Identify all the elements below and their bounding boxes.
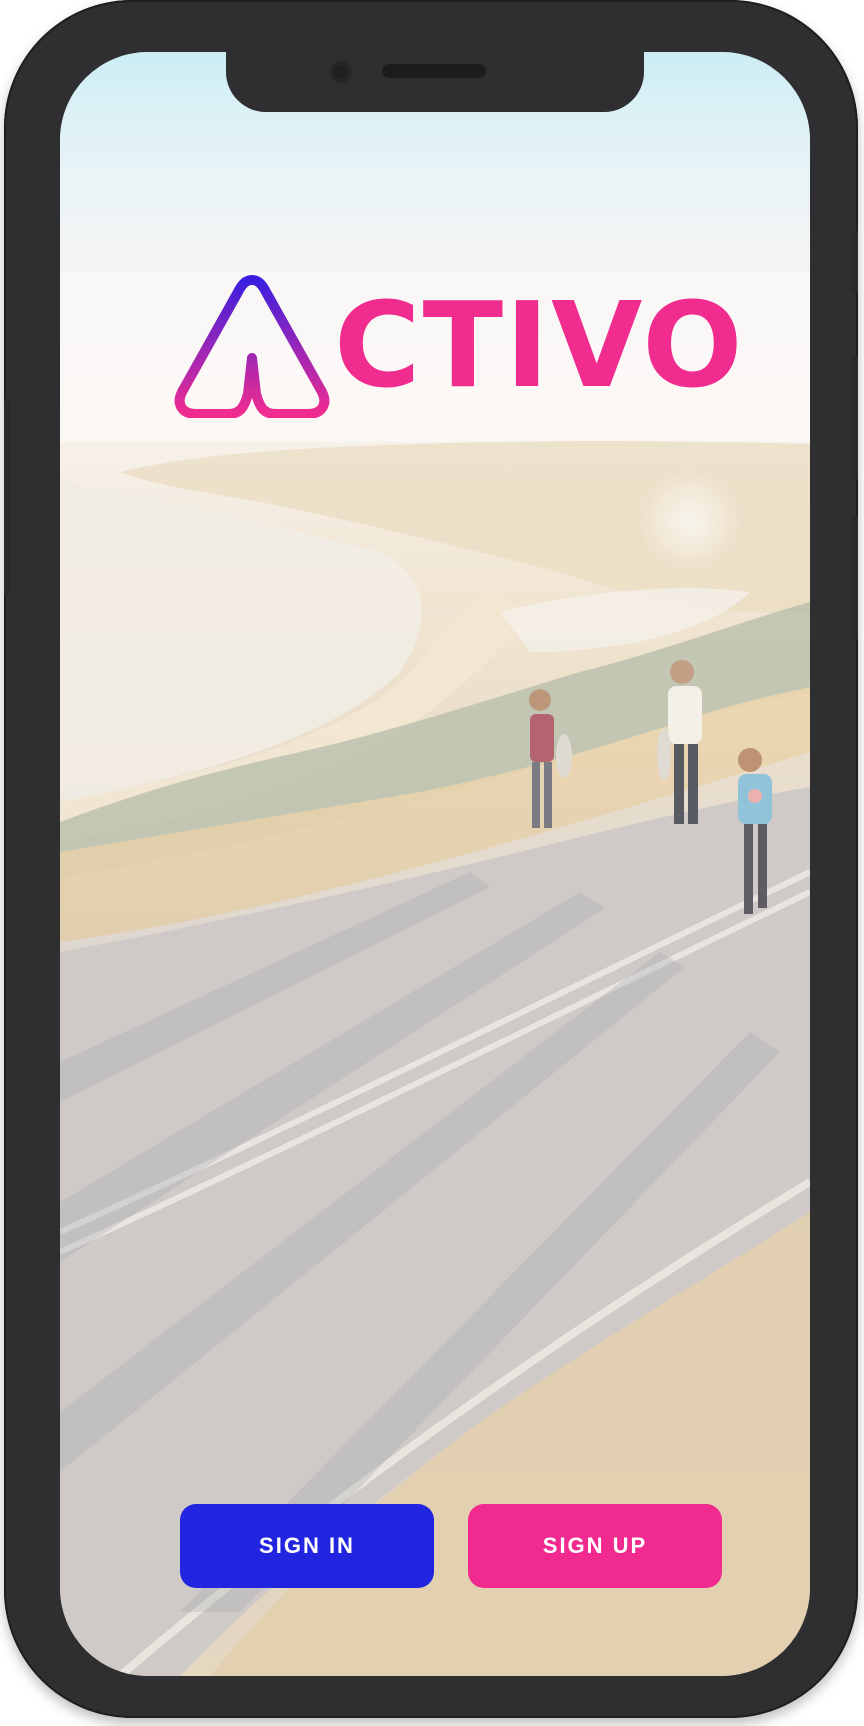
side-button-left [4, 398, 10, 596]
phone-frame: CTIVO SIGN IN SIGN UP [4, 0, 858, 1718]
app-screen: CTIVO SIGN IN SIGN UP [60, 52, 810, 1676]
camera-icon [330, 61, 352, 83]
logo-wordmark: CTIVO [334, 276, 745, 414]
volume-up-button [852, 356, 858, 480]
speaker-icon [382, 64, 486, 78]
volume-down-button [852, 516, 858, 640]
sign-in-button[interactable]: SIGN IN [180, 1504, 434, 1588]
device-notch [226, 52, 644, 112]
sign-up-button[interactable]: SIGN UP [468, 1504, 722, 1588]
activo-logo: CTIVO [172, 268, 743, 418]
triangle-a-icon [174, 275, 330, 418]
mute-switch [852, 230, 858, 294]
